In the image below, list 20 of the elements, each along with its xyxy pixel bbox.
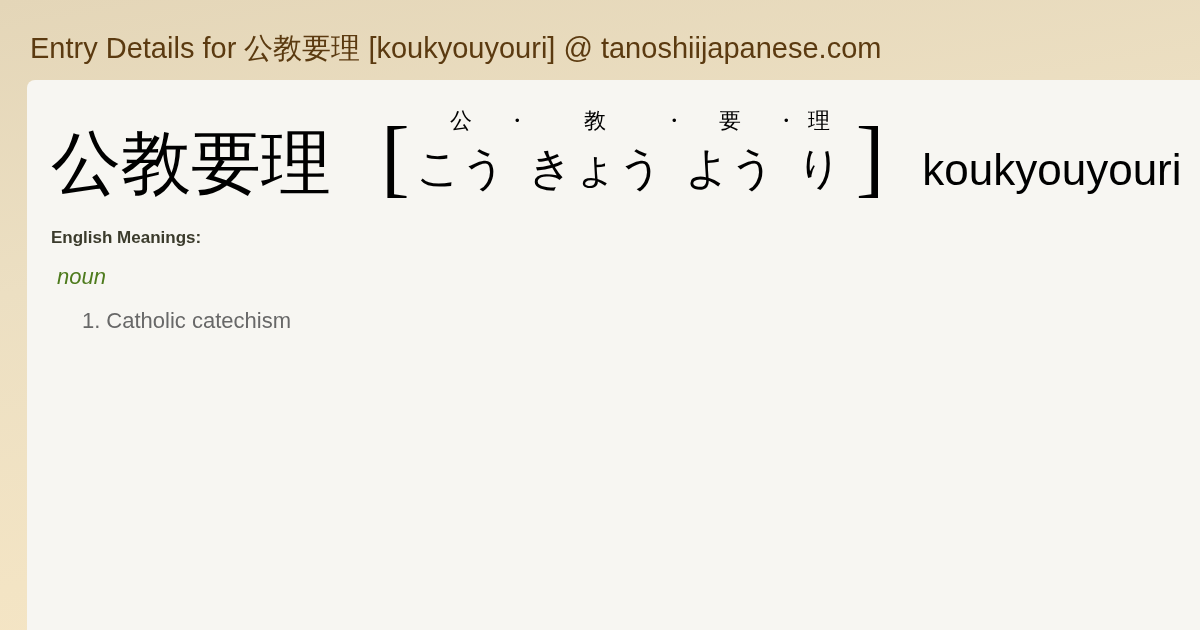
close-bracket: ]: [855, 114, 885, 200]
reading-kana: きょう: [527, 144, 663, 192]
meanings-heading: English Meanings:: [51, 228, 202, 248]
furigana-kanji: 要: [718, 109, 741, 133]
furigana-kanji: 教: [584, 109, 607, 133]
furigana-kanji: 理: [808, 109, 831, 133]
reading-kana: り: [796, 144, 842, 192]
sense-number: 1.: [82, 307, 101, 335]
furigana-separator: ・: [774, 109, 797, 133]
entry-word: 公教要理: [51, 127, 331, 199]
romaji-reading: koukyouyouri: [922, 145, 1182, 195]
reading-kana: こう: [415, 144, 506, 192]
page-title: Entry Details for 公教要理 [koukyouyouri] @ tanoshiijapanese.com: [30, 31, 882, 65]
part-of-speech: noun: [57, 263, 106, 291]
open-bracket: [: [381, 114, 410, 200]
furigana-separator: ・: [662, 109, 685, 133]
sense-text: Catholic catechism: [106, 307, 291, 335]
reading-kana: よう: [684, 144, 775, 192]
furigana-separator: ・: [505, 109, 528, 133]
furigana-kanji: 公: [449, 109, 472, 133]
